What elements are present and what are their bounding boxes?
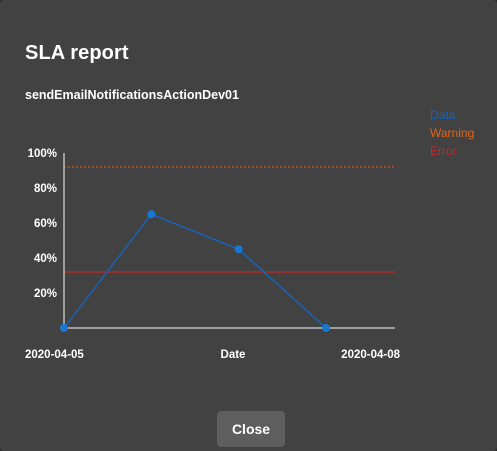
data-point bbox=[234, 245, 243, 254]
y-tick-label: 100% bbox=[28, 148, 57, 160]
close-button[interactable]: Close bbox=[217, 411, 285, 447]
x-tick-label: 2020-04-08 bbox=[341, 349, 400, 361]
x-tick-label: 2020-04-05 bbox=[25, 349, 84, 361]
x-axis-title: Date bbox=[221, 349, 246, 361]
y-tick-label: 40% bbox=[34, 253, 57, 265]
y-tick-label: 20% bbox=[34, 288, 57, 300]
y-tick-label: 60% bbox=[34, 218, 57, 230]
sla-report-dialog: SLA report sendEmailNotificationsActionD… bbox=[0, 0, 497, 451]
data-point bbox=[322, 324, 330, 332]
data-point bbox=[60, 324, 68, 332]
data-point bbox=[147, 210, 156, 219]
data-series-line bbox=[63, 213, 327, 329]
chart-plot-area: 20% 40% 60% 80% 100% 2020-04-05 2020-04-08 Date bbox=[25, 148, 401, 361]
y-tick-label: 80% bbox=[34, 183, 57, 195]
sla-line-chart: 20% 40% 60% 80% 100% 2020-04-05 2020-04-08 Date bbox=[25, 148, 401, 361]
